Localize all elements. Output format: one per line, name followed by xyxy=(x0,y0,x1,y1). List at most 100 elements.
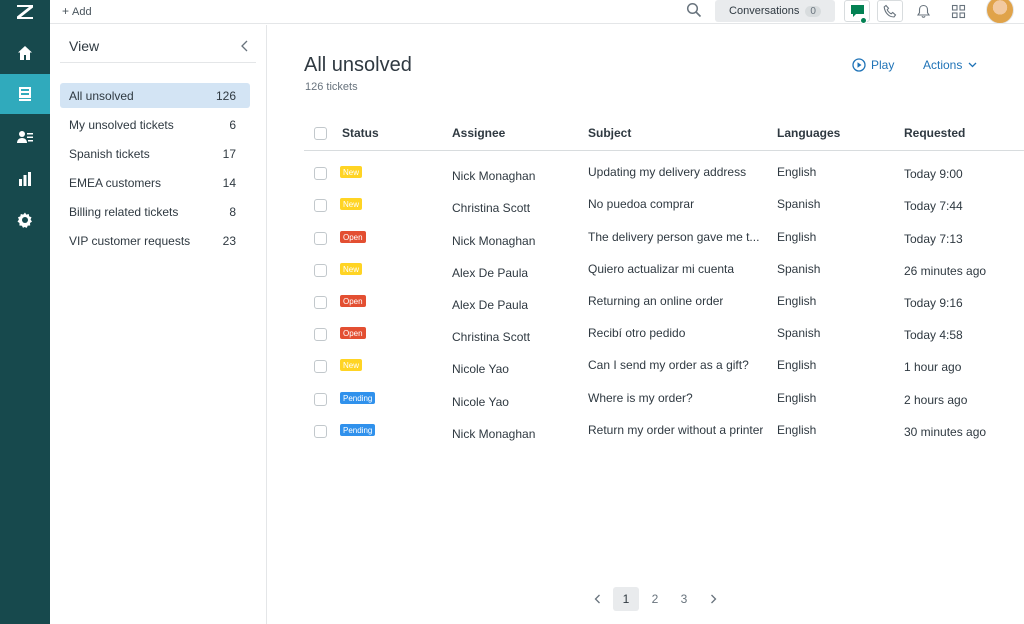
view-count: 8 xyxy=(229,204,236,219)
row-checkbox[interactable] xyxy=(314,264,327,277)
view-label: Billing related tickets xyxy=(69,204,179,219)
conversations-count: 0 xyxy=(805,5,821,17)
conversations-button[interactable]: Conversations 0 xyxy=(715,0,835,22)
view-label: VIP customer requests xyxy=(69,233,191,248)
home-icon[interactable] xyxy=(0,33,50,73)
row-checkbox[interactable] xyxy=(314,199,327,212)
notifications-bell-icon[interactable] xyxy=(910,0,936,22)
language-cell: English xyxy=(777,423,817,437)
language-cell: English xyxy=(777,391,817,405)
row-checkbox[interactable] xyxy=(314,296,327,309)
views-icon[interactable] xyxy=(0,74,50,114)
apps-grid-icon[interactable] xyxy=(945,0,971,22)
table-row[interactable]: New Nicole Yao Can I send my order as a gi… xyxy=(304,350,1024,382)
subject-cell[interactable]: Updating my delivery address xyxy=(588,165,746,179)
page-2-button[interactable]: 2 xyxy=(642,587,668,611)
assignee-cell: Alex De Paula xyxy=(452,266,529,280)
page-title: All unsolved xyxy=(304,54,412,76)
play-icon xyxy=(852,58,866,72)
assignee-cell: Nick Monaghan xyxy=(452,234,536,248)
row-checkbox[interactable] xyxy=(314,328,327,341)
column-requested[interactable]: Requested xyxy=(904,126,965,140)
view-count: 14 xyxy=(222,175,236,190)
subject-cell[interactable]: Return my order without a printer xyxy=(588,423,763,437)
select-all-checkbox[interactable] xyxy=(314,127,327,140)
pagination: 1 2 3 xyxy=(584,587,729,611)
table-row[interactable]: Pending Nick Monaghan Return my order with… xyxy=(304,415,1024,447)
assignee-cell: Nick Monaghan xyxy=(452,169,536,183)
language-cell: English xyxy=(777,294,817,308)
column-subject[interactable]: Subject xyxy=(588,126,631,140)
row-checkbox[interactable] xyxy=(314,360,327,373)
language-cell: English xyxy=(777,230,817,244)
chevron-left-icon xyxy=(594,594,600,604)
page-1-button[interactable]: 1 xyxy=(613,587,639,611)
assignee-cell: Christina Scott xyxy=(452,330,531,344)
status-badge: New xyxy=(340,198,363,210)
customers-icon[interactable] xyxy=(0,117,50,157)
status-badge: New xyxy=(340,359,363,371)
chevron-right-icon xyxy=(710,594,716,604)
previous-page-button[interactable] xyxy=(584,587,610,611)
user-avatar[interactable] xyxy=(986,0,1014,24)
view-count: 17 xyxy=(222,146,236,161)
phone-icon[interactable] xyxy=(877,0,903,22)
play-label: Play xyxy=(871,58,895,72)
collapse-chevron-icon[interactable] xyxy=(240,39,250,52)
table-header: Status Assignee Subject Languages Reques… xyxy=(304,121,1024,151)
play-button[interactable]: Play xyxy=(852,58,894,72)
zendesk-logo[interactable] xyxy=(0,0,50,24)
search-icon[interactable] xyxy=(686,2,702,18)
row-checkbox[interactable] xyxy=(314,232,327,245)
language-cell: Spanish xyxy=(777,197,821,211)
add-button[interactable]: + Add xyxy=(62,4,92,18)
table-row[interactable]: New Nick Monaghan Updating my delivery add… xyxy=(304,157,1024,189)
requested-cell: 26 minutes ago xyxy=(904,264,987,278)
subject-cell[interactable]: Recibí otro pedido xyxy=(588,326,685,340)
view-count: 126 xyxy=(215,88,236,103)
column-assignee[interactable]: Assignee xyxy=(452,126,505,140)
subject-cell[interactable]: The delivery person gave me t... xyxy=(588,230,759,244)
table-row[interactable]: Pending Nicole Yao Where is my order? Engli… xyxy=(304,383,1024,415)
view-count: 23 xyxy=(222,233,236,248)
view-item-billing[interactable]: Billing related tickets 8 xyxy=(60,199,250,224)
views-title: View xyxy=(69,38,100,54)
subject-cell[interactable]: Quiero actualizar mi cuenta xyxy=(588,262,734,276)
view-item-spanish[interactable]: Spanish tickets 17 xyxy=(60,141,250,166)
view-item-my-unsolved[interactable]: My unsolved tickets 6 xyxy=(60,112,250,137)
subject-cell[interactable]: No puedoa comprar xyxy=(588,197,694,211)
column-languages[interactable]: Languages xyxy=(777,126,840,140)
status-badge: Pending xyxy=(340,424,376,436)
row-checkbox[interactable] xyxy=(314,425,327,438)
column-status[interactable]: Status xyxy=(342,126,379,140)
page-3-button[interactable]: 3 xyxy=(671,587,697,611)
requested-cell: 30 minutes ago xyxy=(904,425,987,439)
view-item-all-unsolved[interactable]: All unsolved 126 xyxy=(60,83,250,108)
table-row[interactable]: New Alex De Paula Quiero actualizar mi cue… xyxy=(304,254,1024,286)
chat-status-icon[interactable] xyxy=(844,0,870,24)
subject-cell[interactable]: Where is my order? xyxy=(588,391,693,405)
actions-dropdown[interactable]: Actions xyxy=(923,58,977,72)
view-item-emea[interactable]: EMEA customers 14 xyxy=(60,170,250,195)
ticket-list-main: All unsolved 126 tickets Play Actions St… xyxy=(268,25,1024,624)
subject-cell[interactable]: Returning an online order xyxy=(588,294,723,308)
table-row[interactable]: Open Christina Scott Recibí otro pedido Spa… xyxy=(304,318,1024,350)
row-checkbox[interactable] xyxy=(314,167,327,180)
assignee-cell: Nicole Yao xyxy=(452,395,509,409)
admin-gear-icon[interactable] xyxy=(0,200,50,240)
requested-cell: Today 7:13 xyxy=(904,232,963,246)
requested-cell: Today 4:58 xyxy=(904,328,963,342)
requested-cell: 2 hours ago xyxy=(904,393,968,407)
table-row[interactable]: New Christina Scott No puedoa comprar Spani… xyxy=(304,189,1024,221)
next-page-button[interactable] xyxy=(700,587,726,611)
status-badge: New xyxy=(340,263,363,275)
subject-cell[interactable]: Can I send my order as a gift? xyxy=(588,358,749,372)
table-row[interactable]: Open Nick Monaghan The delivery person gav… xyxy=(304,222,1024,254)
reporting-icon[interactable] xyxy=(0,159,50,199)
view-label: My unsolved tickets xyxy=(69,117,174,132)
table-row[interactable]: Open Alex De Paula Returning an online ord… xyxy=(304,286,1024,318)
assignee-cell: Nicole Yao xyxy=(452,362,509,376)
row-checkbox[interactable] xyxy=(314,393,327,406)
status-badge: Open xyxy=(340,295,366,307)
view-item-vip[interactable]: VIP customer requests 23 xyxy=(60,228,250,253)
